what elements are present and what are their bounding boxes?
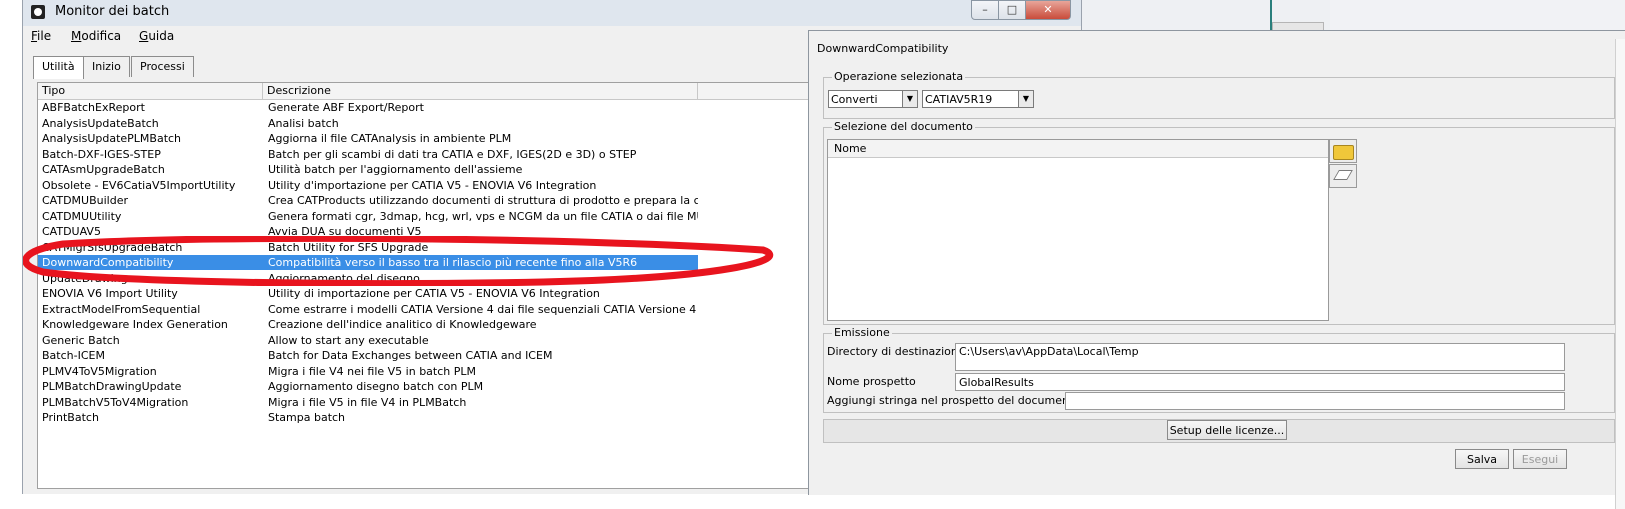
column-nome[interactable]: Nome [828, 140, 1328, 158]
cell-tipo: CATDMUBuilder [42, 194, 128, 207]
close-icon[interactable]: ✕ [1025, 0, 1071, 20]
cell-descrizione: Aggiorna il file CATAnalysis in ambiente… [268, 132, 512, 145]
cell-descrizione: Utility d'importazione per CATIA V5 - EN… [268, 178, 597, 192]
operation-select[interactable]: Converti ▼ [828, 90, 918, 108]
cell-tipo: AnalysisUpdatePLMBatch [42, 132, 182, 145]
cell-tipo: CATDUAV5 [42, 225, 101, 238]
chevron-down-icon[interactable]: ▼ [1018, 91, 1033, 107]
minimize-icon[interactable]: – [971, 0, 999, 20]
emissione-label: Emissione [832, 326, 892, 339]
cell-descrizione: Aggiornamento del disegno [268, 271, 420, 285]
cell-descrizione: Analisi batch [268, 116, 339, 130]
cell-descrizione: Aggiornamento disegno batch con PLM [268, 380, 484, 393]
report-name-field[interactable]: GlobalResults [955, 373, 1565, 391]
target-version-select[interactable]: CATIAV5R19 ▼ [922, 90, 1034, 108]
cell-descrizione: Migra i file V5 in file V4 in PLMBatch [268, 395, 467, 409]
cell-tipo: CATDMUUtility [42, 209, 122, 223]
directory-label: Directory di destinazione [827, 345, 965, 358]
cell-descrizione: Utilità batch per l'aggiornamento dell'a… [268, 163, 523, 176]
folder-icon [1333, 145, 1354, 160]
clear-button[interactable] [1329, 164, 1357, 188]
cell-descrizione: Crea CATProducts utilizzando documenti d… [268, 194, 698, 207]
cell-tipo: CATAsmUpgradeBatch [42, 163, 165, 176]
chevron-down-icon[interactable]: ▼ [902, 91, 917, 107]
cell-descrizione: Creazione dell'indice analitico di Knowl… [268, 318, 537, 331]
tab-processi[interactable]: Processi [131, 56, 194, 77]
report-name-label: Nome prospetto [827, 375, 916, 388]
cell-tipo: PLMBatchV5ToV4Migration [42, 395, 189, 409]
cell-tipo: ABFBatchExReport [42, 101, 145, 114]
cell-descrizione: Migra i file V4 nei file V5 in batch PLM [268, 364, 477, 378]
dialog-title: DownwardCompatibility [817, 42, 949, 55]
monitor-titlebar[interactable]: Monitor dei batch – □ ✕ [23, 0, 1081, 26]
cell-tipo: Knowledgeware Index Generation [42, 318, 228, 331]
eraser-icon [1333, 170, 1353, 180]
operazione-group: Operazione selezionata Converti ▼ CATIAV… [823, 70, 1615, 119]
run-button[interactable]: Esegui [1513, 449, 1567, 469]
cell-tipo: ExtractModelFromSequential [42, 302, 201, 316]
column-descrizione[interactable]: Descrizione [263, 83, 698, 99]
cell-descrizione: Allow to start any executable [268, 333, 429, 347]
maximize-icon[interactable]: □ [998, 0, 1026, 20]
column-tipo[interactable]: Tipo [38, 83, 263, 99]
cell-tipo: Batch-DXF-IGES-STEP [42, 147, 161, 161]
monitor-title: Monitor dei batch [55, 4, 170, 19]
append-string-field[interactable] [1065, 392, 1565, 410]
save-button[interactable]: Salva [1455, 449, 1509, 469]
license-setup-button[interactable]: Setup delle licenze... [1167, 420, 1287, 440]
selezione-label: Selezione del documento [832, 120, 975, 133]
background-window-pane [1080, 0, 1272, 34]
cell-tipo: UpdateDrawing [42, 271, 128, 285]
cell-tipo: Generic Batch [42, 333, 120, 347]
cell-tipo: Batch-ICEM [42, 349, 105, 362]
cell-descrizione: Avvia DUA su documenti V5 [268, 225, 422, 238]
app-icon [31, 5, 45, 19]
cell-descrizione: Come estrarre i modelli CATIA Versione 4… [268, 302, 697, 316]
operation-value: Converti [831, 93, 878, 106]
cell-tipo: PLMBatchDrawingUpdate [42, 380, 182, 393]
background-window [1080, 0, 1330, 34]
cell-descrizione: Compatibilità verso il basso tra il rila… [268, 256, 638, 269]
downward-compatibility-dialog: DownwardCompatibility Operazione selezio… [808, 30, 1625, 509]
cell-descrizione: Batch for Data Exchanges between CATIA a… [268, 349, 553, 362]
open-folder-button[interactable] [1329, 139, 1357, 163]
menu-guida[interactable]: Guida [139, 29, 174, 43]
dialog-edge [1615, 39, 1625, 509]
cell-tipo: PLMV4ToV5Migration [42, 364, 157, 378]
cell-descrizione: Batch per gli scambi di dati tra CATIA e… [268, 147, 637, 161]
tab-utilita[interactable]: Utilità [33, 56, 84, 79]
operazione-label: Operazione selezionata [832, 70, 966, 83]
background-area [1330, 0, 1625, 34]
cell-tipo: CATMigrSfsUpgradeBatch [42, 240, 183, 254]
cell-tipo: PrintBatch [42, 411, 99, 424]
menu-file[interactable]: File [31, 29, 51, 43]
cell-descrizione: Utility di importazione per CATIA V5 - E… [268, 287, 600, 300]
cell-tipo: DownwardCompatibility [42, 256, 174, 269]
directory-field[interactable]: C:\Users\av\AppData\Local\Temp [955, 343, 1565, 371]
cell-tipo: Obsolete - EV6CatiaV5ImportUtility [42, 178, 236, 192]
target-version-value: CATIAV5R19 [925, 93, 993, 106]
cell-tipo: AnalysisUpdateBatch [42, 116, 159, 130]
cell-tipo: ENOVIA V6 Import Utility [42, 287, 178, 300]
menu-modifica[interactable]: Modifica [71, 29, 121, 43]
append-string-label: Aggiungi stringa nel prospetto del docum… [827, 394, 1080, 407]
tab-inizio[interactable]: Inizio [83, 56, 130, 77]
cell-descrizione: Generate ABF Export/Report [268, 101, 424, 114]
cell-descrizione: Genera formati cgr, 3dmap, hcg, wrl, vps… [268, 209, 698, 223]
cell-descrizione: Stampa batch [268, 411, 346, 424]
document-list[interactable]: Nome [827, 139, 1329, 321]
cell-descrizione: Batch Utility for SFS Upgrade [268, 240, 429, 254]
